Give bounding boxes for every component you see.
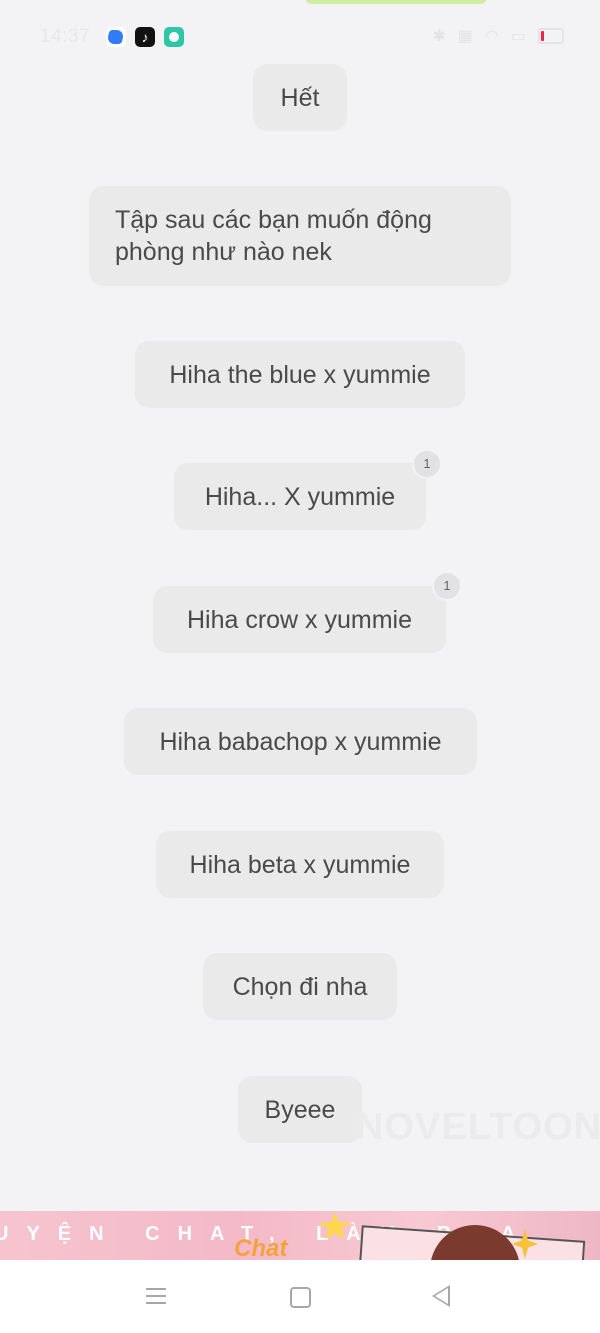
message-text: Hiha crow x yummie <box>186 605 413 634</box>
screen-icon: ▭ <box>510 28 526 45</box>
system-navigation-bar <box>0 1260 600 1333</box>
battery-icon <box>538 28 564 44</box>
status-bar: 14:37 ♪ ✱ ▦ ◠ ▭ <box>0 0 600 74</box>
wifi-icon: ◠ <box>484 28 499 45</box>
message-bubble[interactable]: Hiha beta x yummie <box>156 831 444 898</box>
noveltoon-watermark: NOVELTOON <box>356 1106 600 1148</box>
message-bubble[interactable]: Byeee <box>238 1076 362 1143</box>
message-bubble[interactable]: Hiha babachop x yummie <box>124 708 477 775</box>
system-icons: ✱ ▦ ◠ ▭ <box>432 26 564 46</box>
message-text: Chọn đi nha <box>232 972 368 1001</box>
reaction-count-badge[interactable]: 1 <box>432 571 462 601</box>
message-bubble[interactable]: Hiha crow x yummie <box>153 586 446 653</box>
reaction-count-badge[interactable]: 1 <box>412 449 442 479</box>
banner-logo: Chat <box>234 1235 288 1260</box>
message-text: Tập sau các bạn muốn động phòng như nào … <box>115 206 432 266</box>
message-bubble[interactable]: Hiha... X yummie <box>174 463 426 530</box>
tiktok-icon: ♪ <box>135 27 155 47</box>
message-bubble[interactable]: Chọn đi nha <box>203 953 397 1020</box>
message-bubble[interactable]: Hiha the blue x yummie <box>135 341 465 408</box>
message-bubble[interactable]: Tập sau các bạn muốn động phòng như nào … <box>89 186 511 286</box>
message-text: Byeee <box>264 1095 336 1124</box>
message-text: Hết <box>280 83 320 112</box>
recent-apps-button[interactable] <box>146 1288 166 1304</box>
home-button[interactable] <box>290 1287 311 1308</box>
chat-app-icon <box>164 27 184 47</box>
message-text: Hiha beta x yummie <box>189 850 411 879</box>
message-text: Hiha babachop x yummie <box>159 727 442 756</box>
message-text: Hiha... X yummie <box>204 482 396 511</box>
bluetooth-icon: ✱ <box>432 28 446 45</box>
notes-icon <box>106 27 126 47</box>
notification-app-icons: ♪ <box>106 27 184 47</box>
promo-banner[interactable]: UYỆN CHAT, LÀM PHA Chat <box>0 1211 600 1260</box>
message-text: Hiha the blue x yummie <box>169 360 431 389</box>
signal-icon: ▦ <box>457 28 473 45</box>
back-button[interactable] <box>432 1285 450 1307</box>
status-time: 14:37 <box>40 26 91 47</box>
message-bubble[interactable]: Hết <box>253 64 347 131</box>
